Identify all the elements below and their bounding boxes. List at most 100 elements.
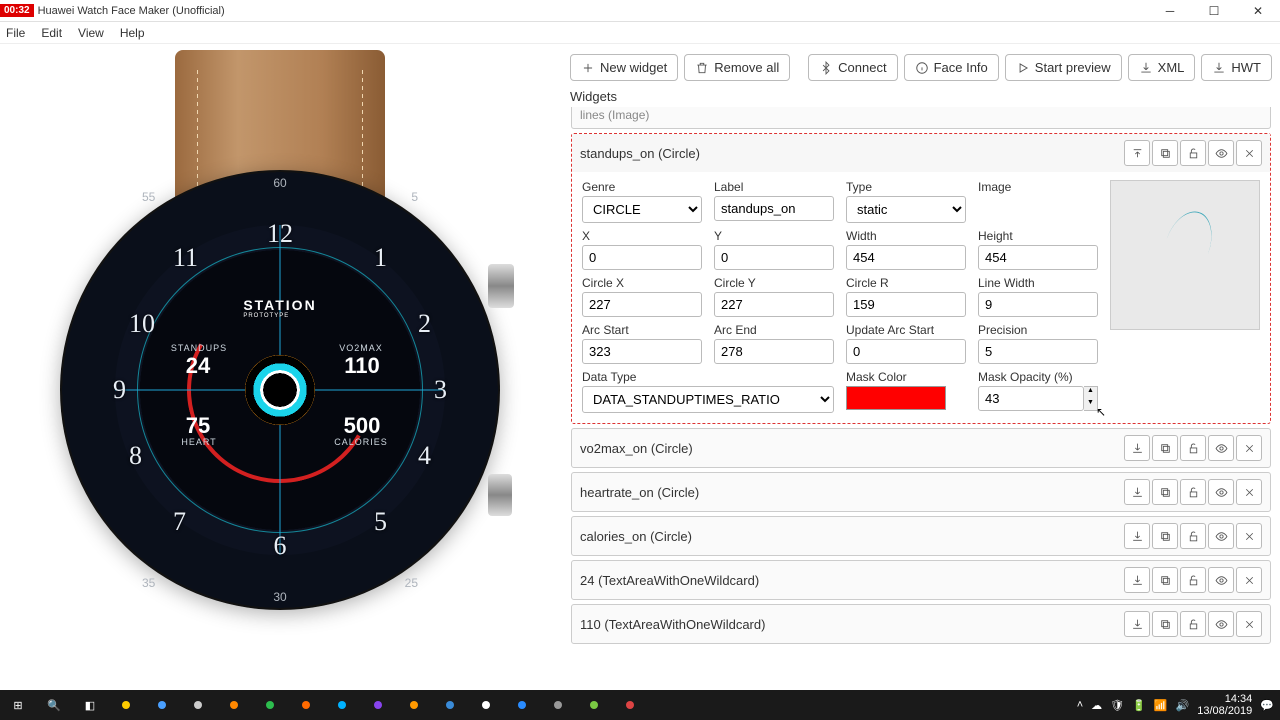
taskbar-app[interactable]: [468, 690, 504, 720]
menu-view[interactable]: View: [78, 26, 104, 40]
widget-action-button[interactable]: [1208, 567, 1234, 593]
taskbar-app[interactable]: [360, 690, 396, 720]
y-input[interactable]: [714, 245, 834, 270]
widget-action-button[interactable]: [1152, 435, 1178, 461]
height-input[interactable]: [978, 245, 1098, 270]
widget-action-button[interactable]: [1236, 611, 1262, 637]
widget-row[interactable]: calories_on (Circle): [571, 516, 1271, 556]
widgets-heading: Widgets: [570, 89, 1272, 104]
taskbar-app[interactable]: [108, 690, 144, 720]
tray-shield-icon[interactable]: 🛡: [1110, 699, 1124, 712]
taskbar-app[interactable]: [504, 690, 540, 720]
tray-battery-icon[interactable]: 🔋: [1132, 699, 1146, 712]
mask-color-picker[interactable]: [846, 386, 946, 410]
duplicate-button[interactable]: [1152, 140, 1178, 166]
type-select[interactable]: static: [846, 196, 966, 223]
taskbar-app[interactable]: [180, 690, 216, 720]
taskbar-app[interactable]: [288, 690, 324, 720]
circle-r-input[interactable]: [846, 292, 966, 317]
widget-action-button[interactable]: [1180, 523, 1206, 549]
line-width-input[interactable]: [978, 292, 1098, 317]
widget-action-button[interactable]: [1236, 479, 1262, 505]
widget-action-button[interactable]: [1152, 479, 1178, 505]
remove-all-button[interactable]: Remove all: [684, 54, 790, 81]
widget-action-button[interactable]: [1152, 523, 1178, 549]
widget-action-button[interactable]: [1208, 523, 1234, 549]
widget-action-button[interactable]: [1208, 435, 1234, 461]
widget-action-button[interactable]: [1180, 479, 1206, 505]
widget-action-button[interactable]: [1208, 611, 1234, 637]
widget-row[interactable]: lines (Image): [571, 106, 1271, 129]
maximize-button[interactable]: ☐: [1192, 0, 1236, 22]
arc-end-input[interactable]: [714, 339, 834, 364]
width-input[interactable]: [846, 245, 966, 270]
start-preview-button[interactable]: Start preview: [1005, 54, 1122, 81]
taskbar-app[interactable]: [252, 690, 288, 720]
taskbar[interactable]: ⊞ 🔍 ◧ ˄ ☁ 🛡 🔋 📶 🔊 14:3413/08/2019 💬: [0, 690, 1280, 720]
start-button[interactable]: ⊞: [0, 690, 36, 720]
taskbar-app[interactable]: [432, 690, 468, 720]
taskbar-clock[interactable]: 14:3413/08/2019: [1197, 693, 1252, 717]
widget-action-button[interactable]: [1124, 611, 1150, 637]
tray-chevron-icon[interactable]: ˄: [1077, 699, 1083, 711]
label-input[interactable]: [714, 196, 834, 221]
genre-select[interactable]: CIRCLE: [582, 196, 702, 223]
unlock-button[interactable]: [1180, 140, 1206, 166]
face-info-button[interactable]: Face Info: [904, 54, 999, 81]
widget-row[interactable]: 24 (TextAreaWithOneWildcard): [571, 560, 1271, 600]
x-input[interactable]: [582, 245, 702, 270]
hwt-button[interactable]: HWT: [1201, 54, 1272, 81]
taskbar-app[interactable]: [540, 690, 576, 720]
taskbar-app[interactable]: [216, 690, 252, 720]
minimize-button[interactable]: ─: [1148, 0, 1192, 22]
widget-row[interactable]: 110 (TextAreaWithOneWildcard): [571, 604, 1271, 644]
widget-action-button[interactable]: [1124, 567, 1150, 593]
taskbar-app[interactable]: [324, 690, 360, 720]
data-type-select[interactable]: DATA_STANDUPTIMES_RATIO: [582, 386, 834, 413]
widget-action-button[interactable]: [1208, 479, 1234, 505]
taskbar-app[interactable]: [612, 690, 648, 720]
widget-action-button[interactable]: [1236, 435, 1262, 461]
close-button[interactable]: ✕: [1236, 0, 1280, 22]
widget-action-button[interactable]: [1180, 611, 1206, 637]
widget-action-button[interactable]: [1236, 523, 1262, 549]
xml-button[interactable]: XML: [1128, 54, 1196, 81]
widget-action-button[interactable]: [1124, 435, 1150, 461]
tray-wifi-icon[interactable]: 📶: [1154, 699, 1168, 712]
widget-action-button[interactable]: [1236, 567, 1262, 593]
widget-action-button[interactable]: [1180, 435, 1206, 461]
widget-row[interactable]: heartrate_on (Circle): [571, 472, 1271, 512]
mask-opacity-stepper[interactable]: ▲▼: [1084, 386, 1098, 411]
precision-input[interactable]: [978, 339, 1098, 364]
menu-edit[interactable]: Edit: [41, 26, 62, 40]
visibility-button[interactable]: [1208, 140, 1234, 166]
delete-button[interactable]: [1236, 140, 1262, 166]
tray-volume-icon[interactable]: 🔊: [1176, 699, 1190, 712]
search-button[interactable]: 🔍: [36, 690, 72, 720]
menu-file[interactable]: File: [6, 26, 25, 40]
connect-button[interactable]: Connect: [808, 54, 897, 81]
arc-start-input[interactable]: [582, 339, 702, 364]
circle-y-input[interactable]: [714, 292, 834, 317]
taskbar-app[interactable]: [144, 690, 180, 720]
watch-crown: [488, 264, 514, 308]
new-widget-button[interactable]: New widget: [570, 54, 678, 81]
widget-action-button[interactable]: [1152, 567, 1178, 593]
mask-opacity-input[interactable]: [978, 386, 1084, 411]
taskbar-app[interactable]: [396, 690, 432, 720]
circle-x-input[interactable]: [582, 292, 702, 317]
widget-action-button[interactable]: [1124, 523, 1150, 549]
widget-action-button[interactable]: [1152, 611, 1178, 637]
widget-action-button[interactable]: [1124, 479, 1150, 505]
menu-help[interactable]: Help: [120, 26, 145, 40]
widget-row[interactable]: vo2max_on (Circle): [571, 428, 1271, 468]
notifications-button[interactable]: 💬: [1260, 699, 1274, 712]
image-preview[interactable]: [1110, 180, 1260, 330]
tray-cloud-icon[interactable]: ☁: [1091, 699, 1102, 712]
task-view-button[interactable]: ◧: [72, 690, 108, 720]
move-top-button[interactable]: [1124, 140, 1150, 166]
widget-list[interactable]: lines (Image) standups_on (Circle): [570, 106, 1272, 684]
widget-action-button[interactable]: [1180, 567, 1206, 593]
update-arc-start-input[interactable]: [846, 339, 966, 364]
taskbar-app[interactable]: [576, 690, 612, 720]
